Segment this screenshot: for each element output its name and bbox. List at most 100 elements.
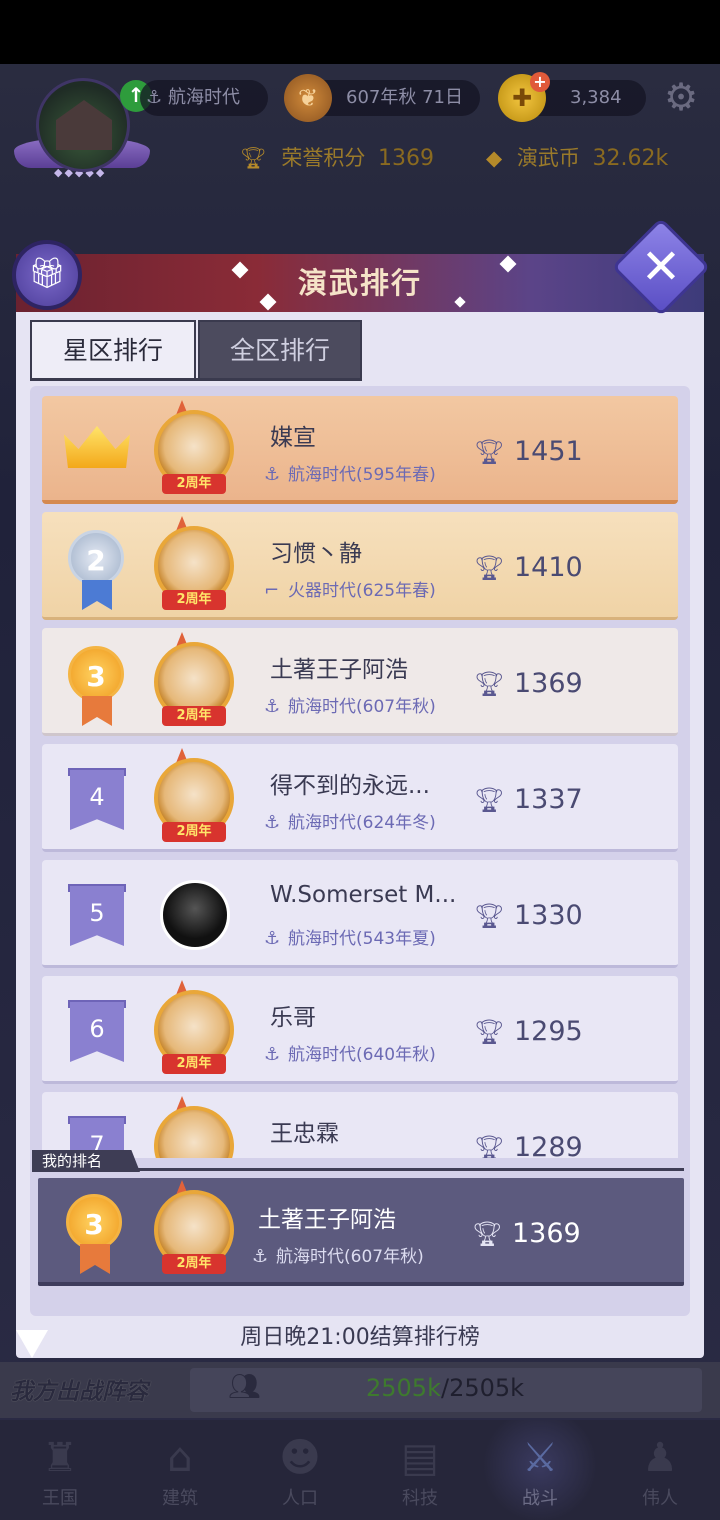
gold-value: 3,384 (570, 87, 622, 108)
anniversary-tag: 2周年 (162, 590, 226, 610)
nav-label: 伟人 (642, 1488, 678, 1509)
close-icon: ✕ (640, 239, 682, 295)
people-icon: 👥︎ (228, 1372, 262, 1402)
player-score: 🏆︎ 1337 (474, 784, 583, 815)
player-era: ⚓ 航海时代(595年春) (264, 460, 436, 485)
trophy-icon: 🏆︎ (474, 902, 505, 930)
player-score-value: 1330 (514, 900, 583, 931)
player-score: 🏆︎ 1330 (474, 900, 583, 931)
trophy-icon: 🏆︎ (474, 1018, 505, 1046)
gift-icon[interactable]: 🎁︎ (12, 240, 82, 310)
anniversary-tag: 2周年 (162, 822, 226, 842)
nav-label: 科技 (402, 1488, 438, 1509)
my-era-label: 航海时代(607年秋) (276, 1247, 424, 1267)
ranking-row[interactable]: 3 2周年 土著王子阿浩 ⚓ 航海时代(607年秋) 🏆︎ 1369 (42, 628, 678, 736)
ranking-list[interactable]: 2周年 媒宣 ⚓ 航海时代(595年春) 🏆︎ 1451 2 2周年 习惯丶静 ⌐ 火… (40, 394, 680, 1158)
close-button[interactable]: ✕ (611, 217, 711, 317)
player-era-label: 航海时代(640年秋) (288, 1045, 436, 1065)
ranking-row[interactable]: 6 2周年 乐哥 ⚓ 航海时代(640年秋) 🏆︎ 1295 (42, 976, 678, 1084)
martial-coin-icon: ◆ (486, 146, 503, 170)
nav-label: 王国 (42, 1488, 78, 1509)
player-score: 🏆︎ 1369 (474, 668, 583, 699)
rank-flag-icon: 5 (70, 886, 124, 946)
player-score-value: 1289 (514, 1132, 583, 1158)
ranking-row[interactable]: 7 王忠霖 🏆︎ 1289 (42, 1092, 678, 1158)
crown-icon (64, 426, 130, 468)
player-era-label: 航海时代(607年秋) (288, 697, 436, 717)
nav-battle[interactable]: ⚔ 战斗 (480, 1420, 600, 1520)
rank-flag-icon: 6 (70, 1002, 124, 1062)
player-name: 土著王子阿浩 (270, 657, 408, 683)
ranking-row[interactable]: 2周年 媒宣 ⚓ 航海时代(595年春) 🏆︎ 1451 (42, 396, 678, 504)
honor-label: 荣誉积分 (281, 146, 366, 170)
ranking-row[interactable]: 5 W.Somerset M... ⚓ 航海时代(543年夏) 🏆︎ 1330 (42, 860, 678, 968)
honor-points: 🏆︎ 荣誉积分 1369 (240, 140, 434, 176)
leaf-icon: ❦ (284, 74, 332, 122)
honor-cup-icon: 🏆︎ (240, 146, 267, 170)
avatar[interactable] (154, 1106, 234, 1158)
battle-power-current: 2505k (366, 1374, 441, 1402)
player-score: 🏆︎ 1410 (474, 552, 583, 583)
nav-kingdom[interactable]: ♜ 王国 (0, 1420, 120, 1520)
player-score-value: 1369 (514, 668, 583, 699)
trophy-icon: 🏆︎ (474, 438, 505, 466)
anchor-icon: ⚓ (264, 1044, 281, 1065)
player-score-value: 1451 (514, 436, 583, 467)
nav-building[interactable]: ⌂ 建筑 (120, 1420, 240, 1520)
player-name: W.Somerset M... (270, 882, 457, 908)
my-score: 🏆︎ 1369 (472, 1218, 581, 1249)
player-era: ⚓ 航海时代(624年冬) (264, 808, 436, 833)
gun-icon: ⌐ (264, 580, 280, 601)
anchor-icon: ⚓ (264, 812, 281, 833)
my-score-value: 1369 (512, 1218, 581, 1249)
anchor-icon: ⚓ (264, 928, 281, 949)
nav-technology[interactable]: ▤ 科技 (360, 1420, 480, 1520)
player-era: ⌐ 火器时代(625年春) (264, 576, 436, 601)
nav-great-people[interactable]: ♟ 伟人 (600, 1420, 720, 1520)
add-gold-icon[interactable]: + (530, 72, 550, 92)
coin-label: 演武币 (516, 146, 580, 170)
nav-label: 战斗 (522, 1488, 558, 1509)
battle-power-value: 2505k/2505k (366, 1374, 524, 1402)
ranking-row[interactable]: 2 2周年 习惯丶静 ⌐ 火器时代(625年春) 🏆︎ 1410 (42, 512, 678, 620)
swords-icon: ⚔ (522, 1435, 558, 1481)
player-era-label: 航海时代(595年春) (288, 465, 436, 485)
trophy-icon: 🏆︎ (474, 670, 505, 698)
player-score-value: 1295 (514, 1016, 583, 1047)
nav-population[interactable]: ☻ 人口 (240, 1420, 360, 1520)
player-score: 🏆︎ 1451 (474, 436, 583, 467)
player-score: 🏆︎ 1295 (474, 1016, 583, 1047)
player-era: ⚓ 航海时代(640年秋) (264, 1040, 436, 1065)
tab-star-region[interactable]: 星区排行 (30, 320, 196, 380)
player-name: 乐哥 (270, 1005, 316, 1031)
castle-icon: ♜ (42, 1435, 78, 1481)
player-name: 媒宣 (270, 425, 316, 451)
anchor-icon: ⚓ (264, 464, 281, 485)
era-label: 航海时代 (168, 87, 240, 108)
medal-ribbon (82, 696, 112, 726)
player-era: ⚓ 航海时代(543年夏) (264, 924, 436, 949)
house-icon: ⌂ (167, 1435, 193, 1481)
anchor-icon: ⚓ (252, 1246, 269, 1267)
ranking-row[interactable]: 4 2周年 得不到的永远... ⚓ 航海时代(624年冬) 🏆︎ 1337 (42, 744, 678, 852)
tab-all-region[interactable]: 全区排行 (198, 320, 362, 380)
coin-value: 32.62k (592, 146, 669, 171)
trophy-icon: 🏆︎ (474, 554, 505, 582)
kingdom-castle-button[interactable]: ◆◆◆◆◆ ↑ (14, 78, 152, 186)
era-pill[interactable]: ⚓ 航海时代 (140, 80, 268, 116)
anniversary-tag: 2周年 (162, 1254, 226, 1274)
my-rank-row[interactable]: 3 2周年 土著王子阿浩 ⚓ 航海时代(607年秋) 🏆︎ 1369 (38, 1178, 684, 1286)
battle-lineup-label: 我方出战阵容 (10, 1379, 148, 1405)
player-era-label: 航海时代(624年冬) (288, 813, 436, 833)
settlement-note: 周日晚21:00结算排行榜 (240, 1325, 480, 1350)
book-icon: ▤ (401, 1435, 439, 1481)
medal-ribbon (82, 580, 112, 610)
trophy-icon: 🏆︎ (474, 786, 505, 814)
avatar[interactable] (160, 880, 230, 950)
anniversary-tag: 2周年 (162, 474, 226, 494)
rank-flag-icon: 4 (70, 770, 124, 830)
gear-icon[interactable]: ⚙ (660, 76, 702, 118)
anchor-icon: ⚓ (146, 87, 163, 108)
honor-value: 1369 (378, 146, 435, 171)
silver-medal-icon: 2 (68, 530, 124, 586)
